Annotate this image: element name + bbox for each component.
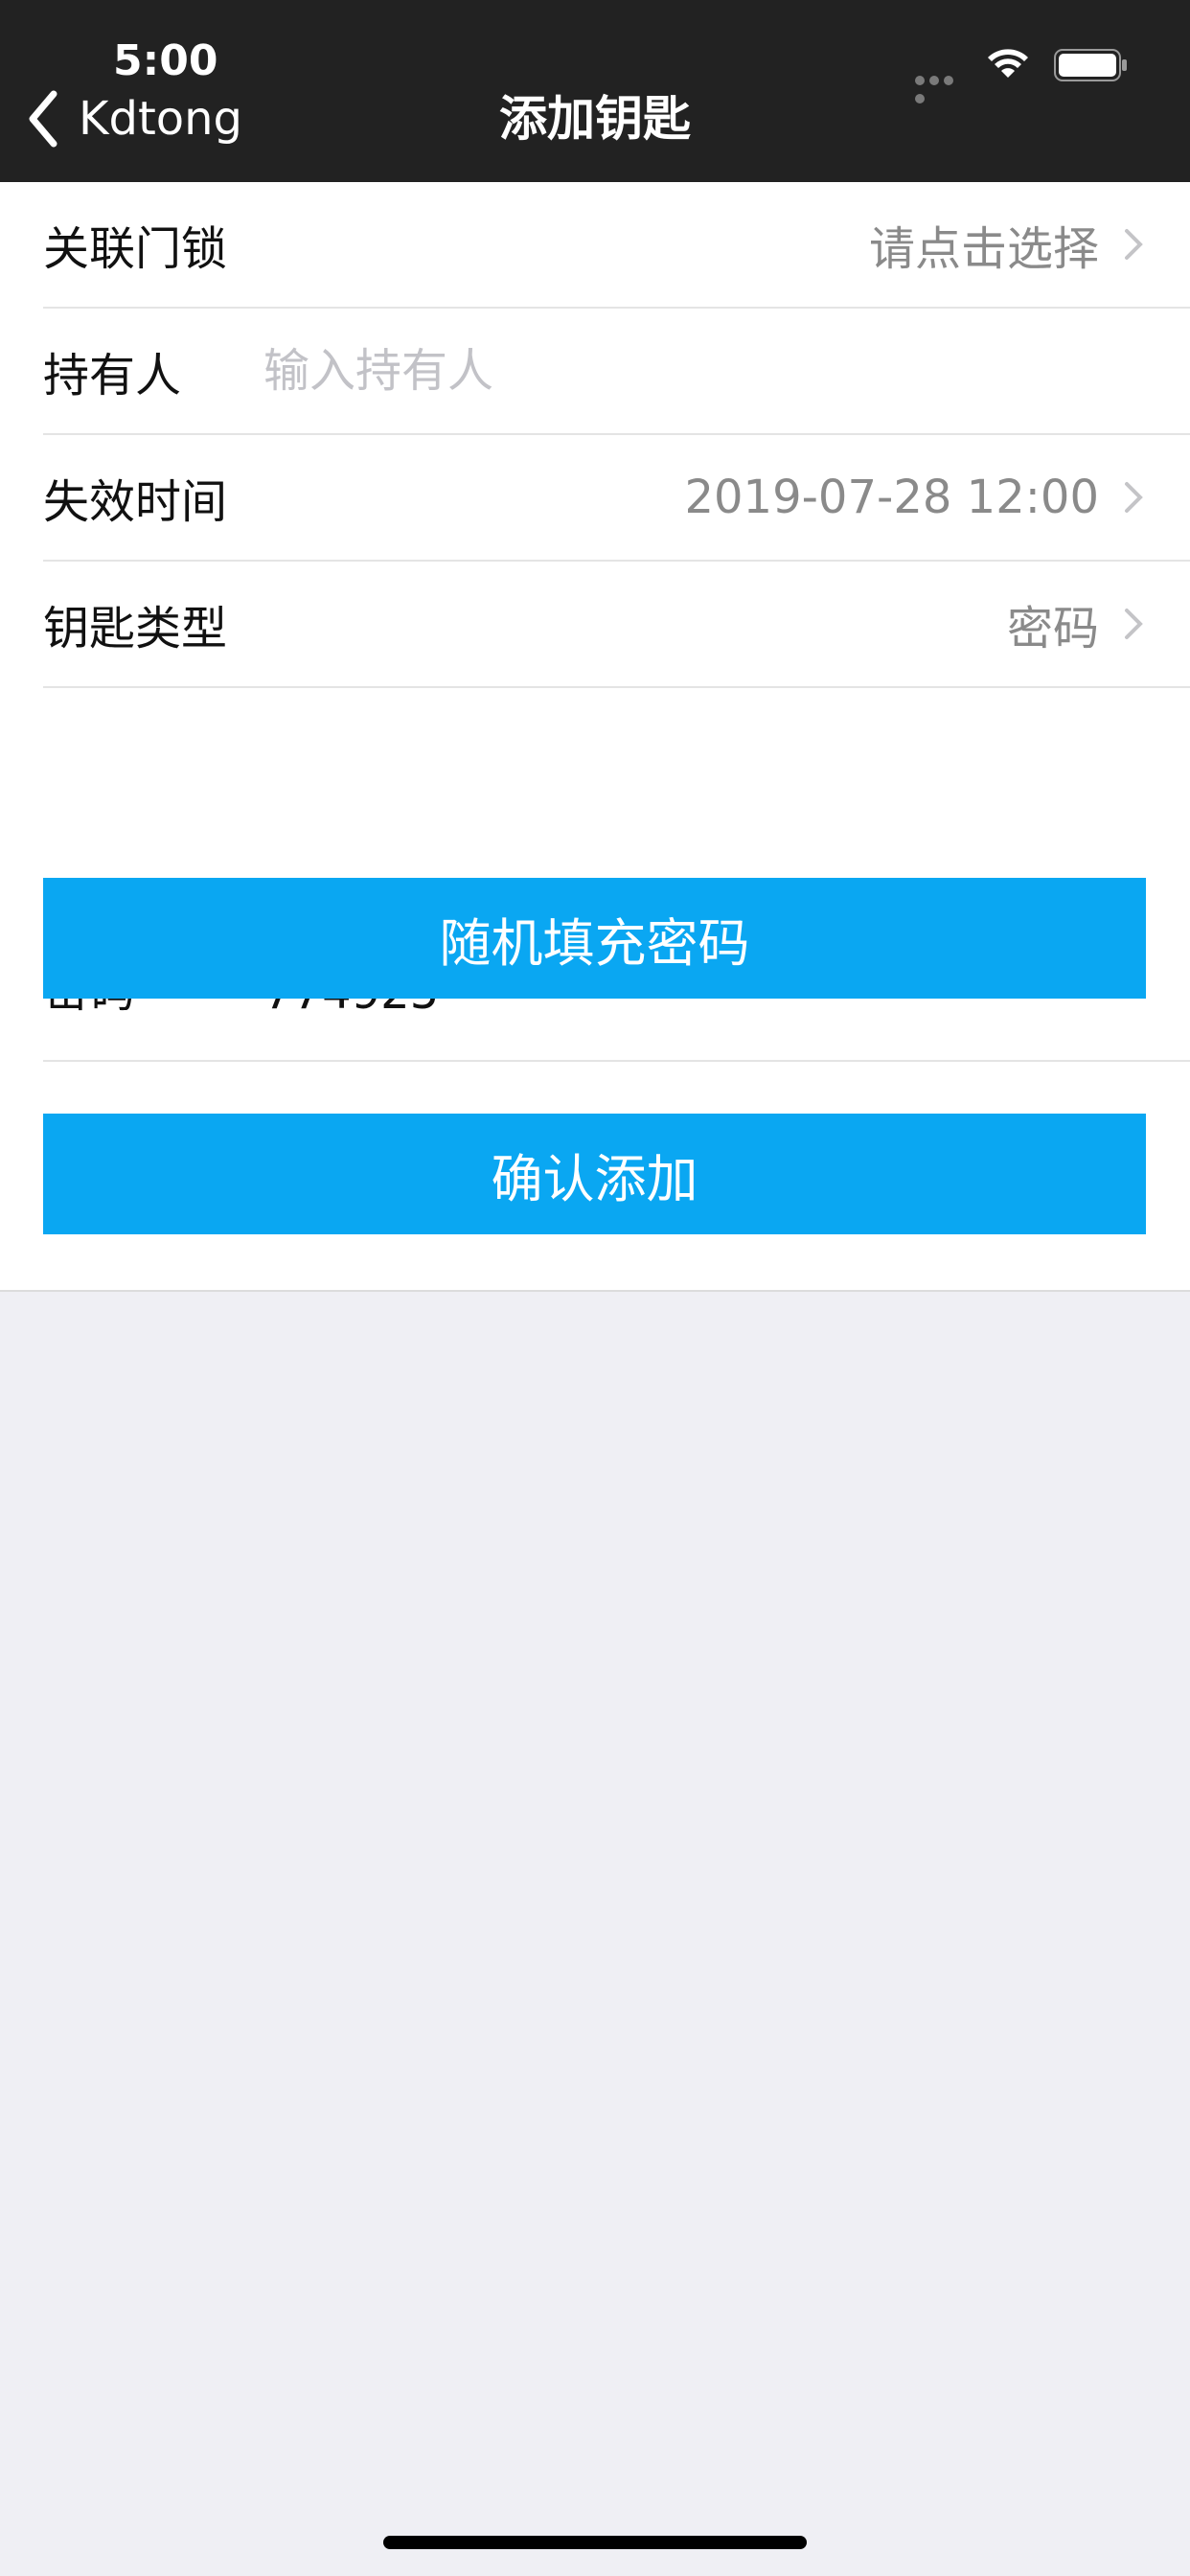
expiry-label: 失效时间 bbox=[43, 475, 228, 529]
battery-icon bbox=[1054, 49, 1127, 81]
lock-value: 请点击选择 bbox=[868, 222, 1099, 276]
holder-input[interactable] bbox=[263, 344, 1030, 398]
holder-row: 持有人 bbox=[43, 309, 1190, 435]
chevron-right-icon bbox=[1125, 609, 1143, 639]
expiry-value: 2019-07-28 12:00 bbox=[684, 471, 1099, 524]
page-title: 添加钥匙 bbox=[499, 91, 691, 147]
holder-label: 持有人 bbox=[43, 349, 182, 402]
chevron-right-icon bbox=[1125, 482, 1143, 513]
random-fill-password-button[interactable]: 随机填充密码 bbox=[43, 878, 1146, 999]
home-indicator bbox=[383, 2536, 807, 2549]
wifi-icon bbox=[988, 49, 1028, 78]
lock-label: 关联门锁 bbox=[43, 222, 228, 276]
key-type-value: 密码 bbox=[1006, 602, 1099, 656]
key-type-label: 钥匙类型 bbox=[43, 602, 228, 656]
expiry-row[interactable]: 失效时间 2019-07-28 12:00 bbox=[43, 435, 1190, 562]
cellular-signal-icon bbox=[915, 71, 971, 104]
form-panel: 关联门锁 请点击选择 持有人 失效时间 2019-07-28 12:00 钥匙类… bbox=[0, 182, 1190, 1292]
status-time: 5:00 bbox=[113, 36, 218, 85]
chevron-right-icon bbox=[1125, 229, 1143, 260]
lock-select-row[interactable]: 关联门锁 请点击选择 bbox=[43, 182, 1190, 309]
key-type-row[interactable]: 钥匙类型 密码 bbox=[43, 562, 1190, 688]
navigation-header: 5:00 Kdtong 添加钥匙 bbox=[0, 0, 1190, 182]
confirm-add-button[interactable]: 确认添加 bbox=[43, 1114, 1146, 1234]
